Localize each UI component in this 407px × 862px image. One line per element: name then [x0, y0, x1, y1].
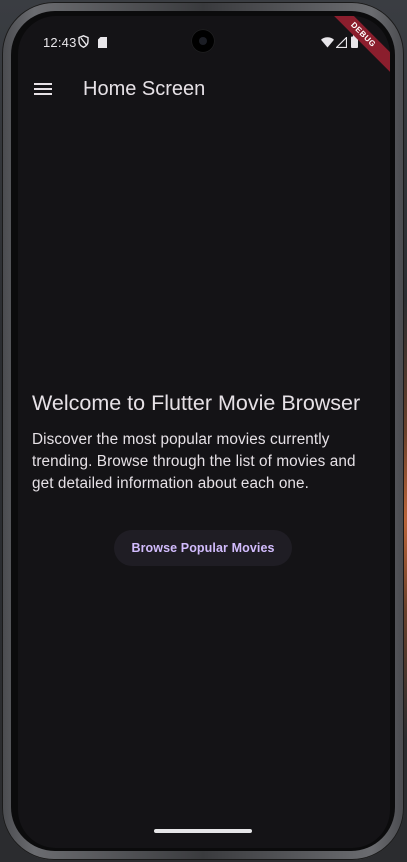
status-time: 12:43	[43, 35, 77, 50]
wifi-icon	[321, 36, 334, 51]
signal-icon	[335, 36, 348, 51]
home-indicator[interactable]	[154, 829, 252, 833]
shield-icon	[78, 35, 89, 51]
status-bar: 12:43 DEBUG	[18, 16, 390, 79]
browse-popular-movies-button[interactable]: Browse Popular Movies	[114, 530, 292, 566]
phone-screen: 12:43 DEBUG Home Screen Welcome to Flutt…	[18, 16, 390, 848]
menu-icon[interactable]	[28, 74, 58, 104]
welcome-description: Discover the most popular movies current…	[32, 431, 356, 492]
app-bar: Home Screen	[18, 68, 390, 112]
page-title: Home Screen	[83, 78, 206, 100]
sim-card-icon	[98, 36, 107, 51]
front-camera	[191, 29, 215, 53]
welcome-section: Welcome to Flutter Movie Browser Discove…	[32, 389, 372, 495]
welcome-title: Welcome to Flutter Movie Browser	[32, 391, 361, 415]
